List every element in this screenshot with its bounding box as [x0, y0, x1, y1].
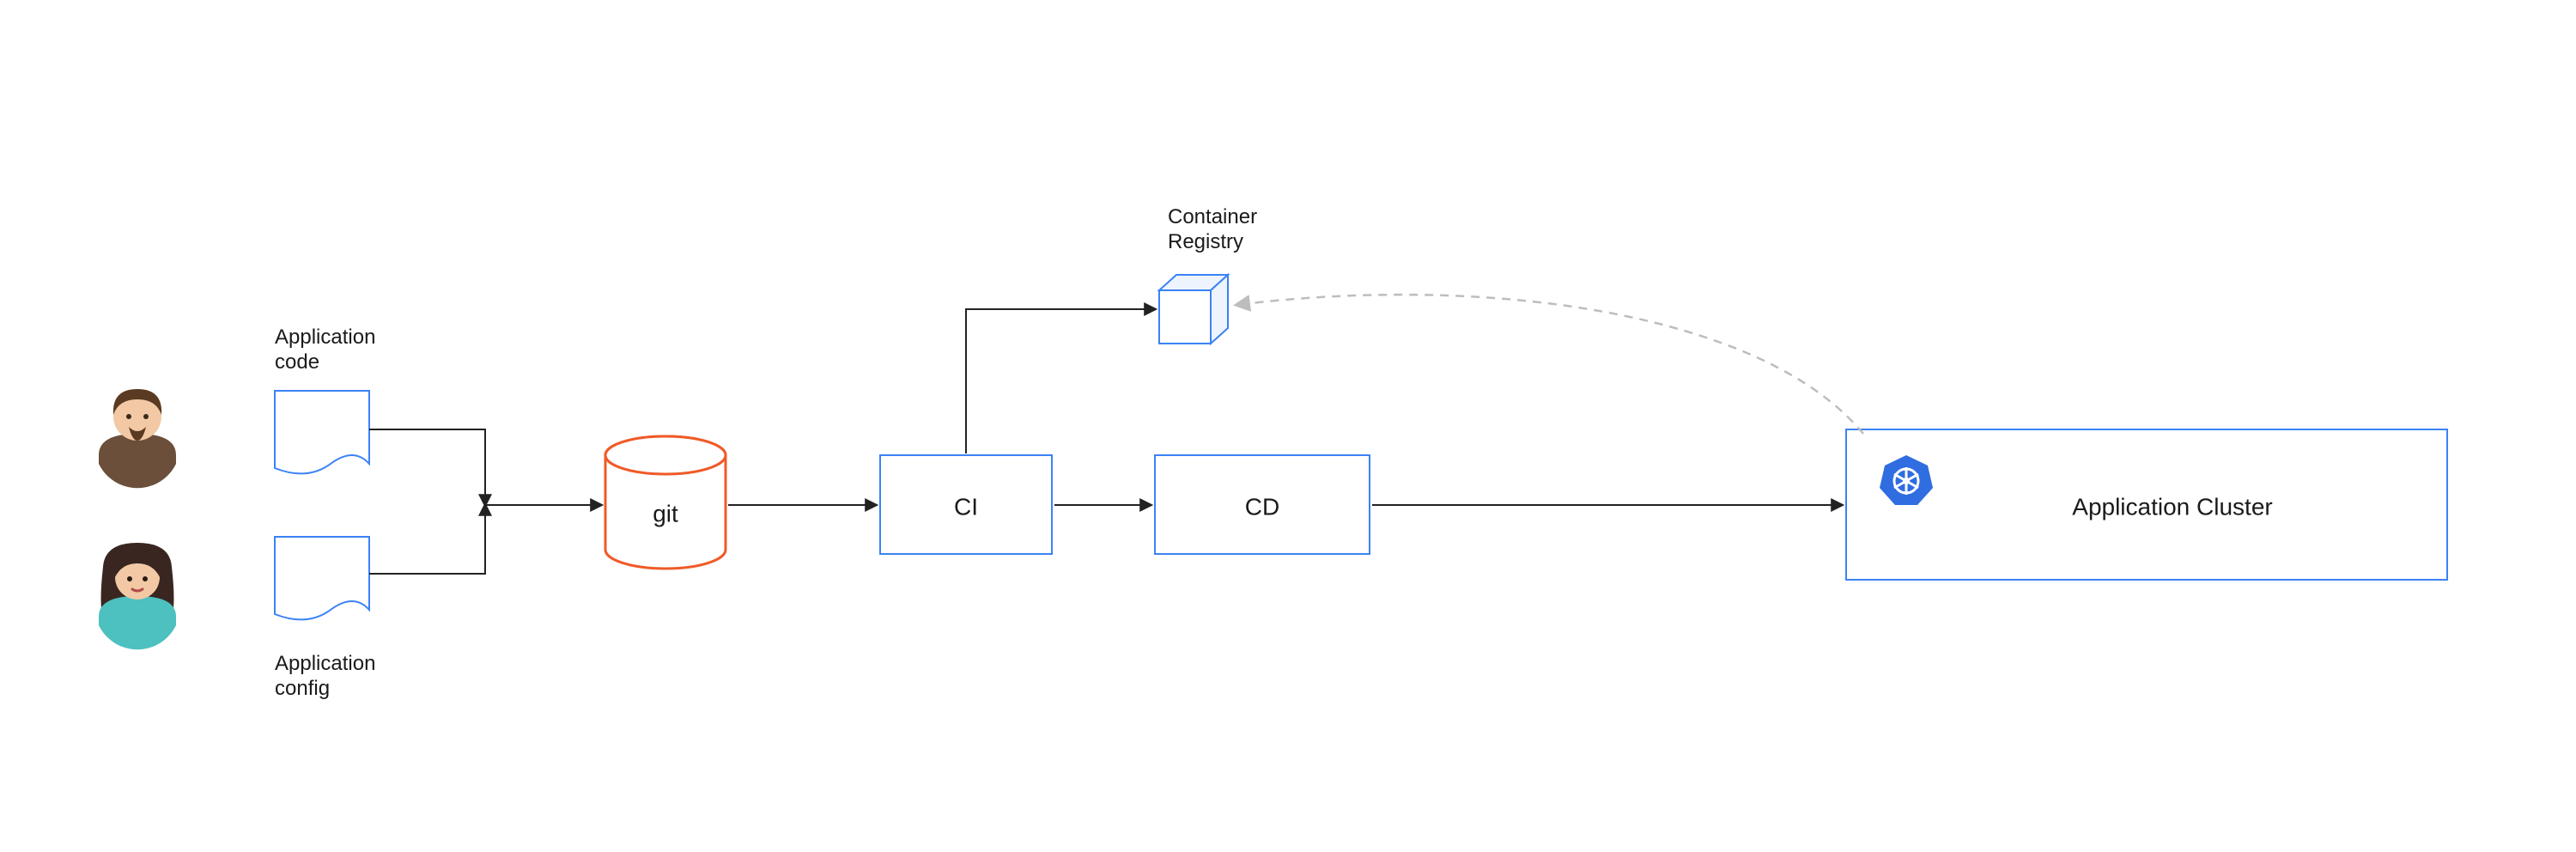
- ci-label: CI: [954, 493, 978, 520]
- arrow-cluster-to-registry-dashed: [1236, 295, 1863, 434]
- app-code-label: Applicationcode: [275, 326, 375, 374]
- container-registry-label: ContainerRegistry: [1168, 205, 1257, 253]
- svg-text:Applicationconfig: Applicationconfig: [275, 652, 375, 700]
- user-avatar-icon: [94, 541, 180, 649]
- git-database-icon: git: [605, 436, 726, 569]
- app-config-document-icon: [275, 537, 369, 619]
- app-config-label: Applicationconfig: [275, 652, 375, 700]
- arrow-ci-to-registry: [966, 309, 1155, 453]
- user-avatar-icon: [94, 382, 180, 488]
- svg-text:Applicationcode: Applicationcode: [275, 326, 375, 374]
- application-cluster-box: Application Cluster: [1846, 429, 2447, 580]
- cd-label: CD: [1245, 493, 1279, 520]
- ci-box: CI: [880, 455, 1052, 554]
- git-label: git: [653, 500, 678, 526]
- container-registry-cube-icon: [1159, 275, 1228, 344]
- app-code-document-icon: [275, 391, 369, 473]
- svg-text:ContainerRegistry: ContainerRegistry: [1168, 205, 1257, 253]
- application-cluster-label: Application Cluster: [2072, 493, 2272, 520]
- cd-box: CD: [1155, 455, 1370, 554]
